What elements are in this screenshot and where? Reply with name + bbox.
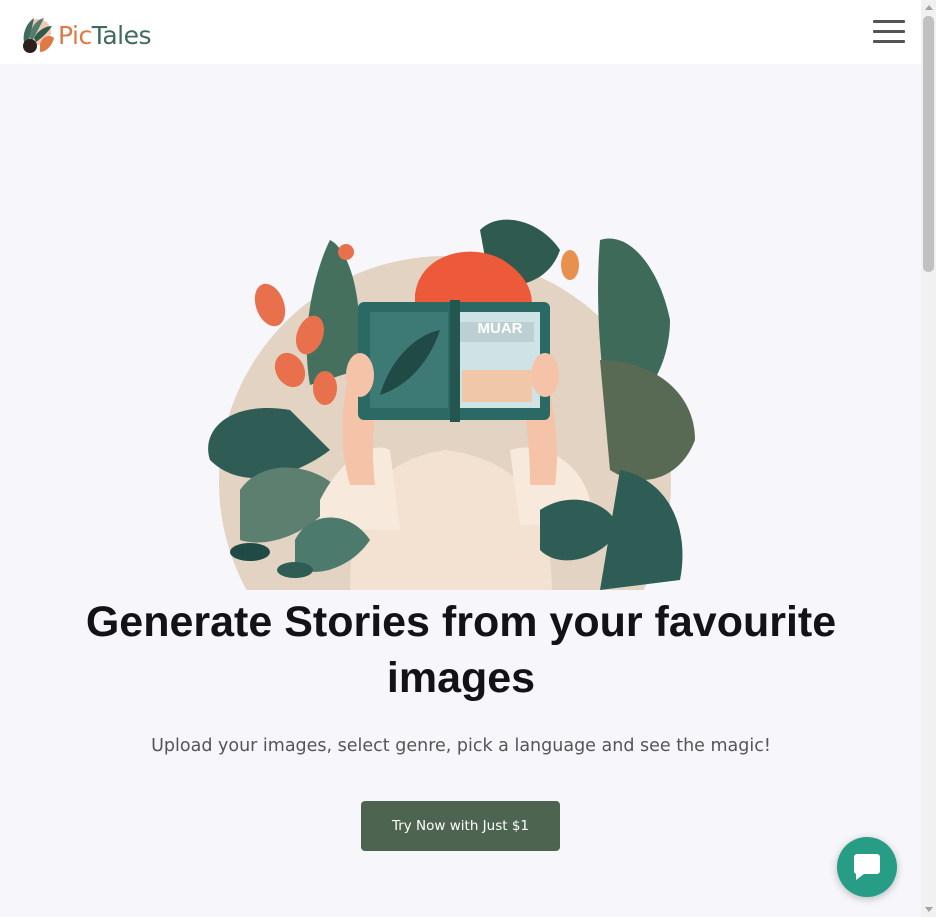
woman-reading-book-illustration: MUAR xyxy=(208,219,695,590)
try-now-button[interactable]: Try Now with Just $1 xyxy=(361,801,560,851)
hamburger-menu-icon[interactable] xyxy=(872,19,906,45)
logo-text-pic: Pic xyxy=(58,20,92,50)
top-navbar: PicTales xyxy=(0,0,921,64)
hero-subline: Upload your images, select genre, pick a… xyxy=(151,736,771,756)
chat-bubble-icon xyxy=(854,854,880,880)
chat-widget-button[interactable] xyxy=(837,837,897,897)
pictales-logo[interactable]: PicTales xyxy=(16,8,152,56)
scroll-up-arrow-icon[interactable] xyxy=(925,5,933,10)
logo-text-tales: Tales xyxy=(91,20,152,50)
book-cover-text: MUAR xyxy=(478,320,523,337)
scroll-down-arrow-icon[interactable] xyxy=(925,907,933,912)
logo-wordmark: PicTales xyxy=(58,17,152,50)
hero-headline: Generate Stories from your favourite ima… xyxy=(85,598,837,702)
page-scrollbar[interactable] xyxy=(921,0,936,917)
logo-leaf-icon xyxy=(23,18,54,53)
scrollbar-thumb[interactable] xyxy=(923,16,934,272)
